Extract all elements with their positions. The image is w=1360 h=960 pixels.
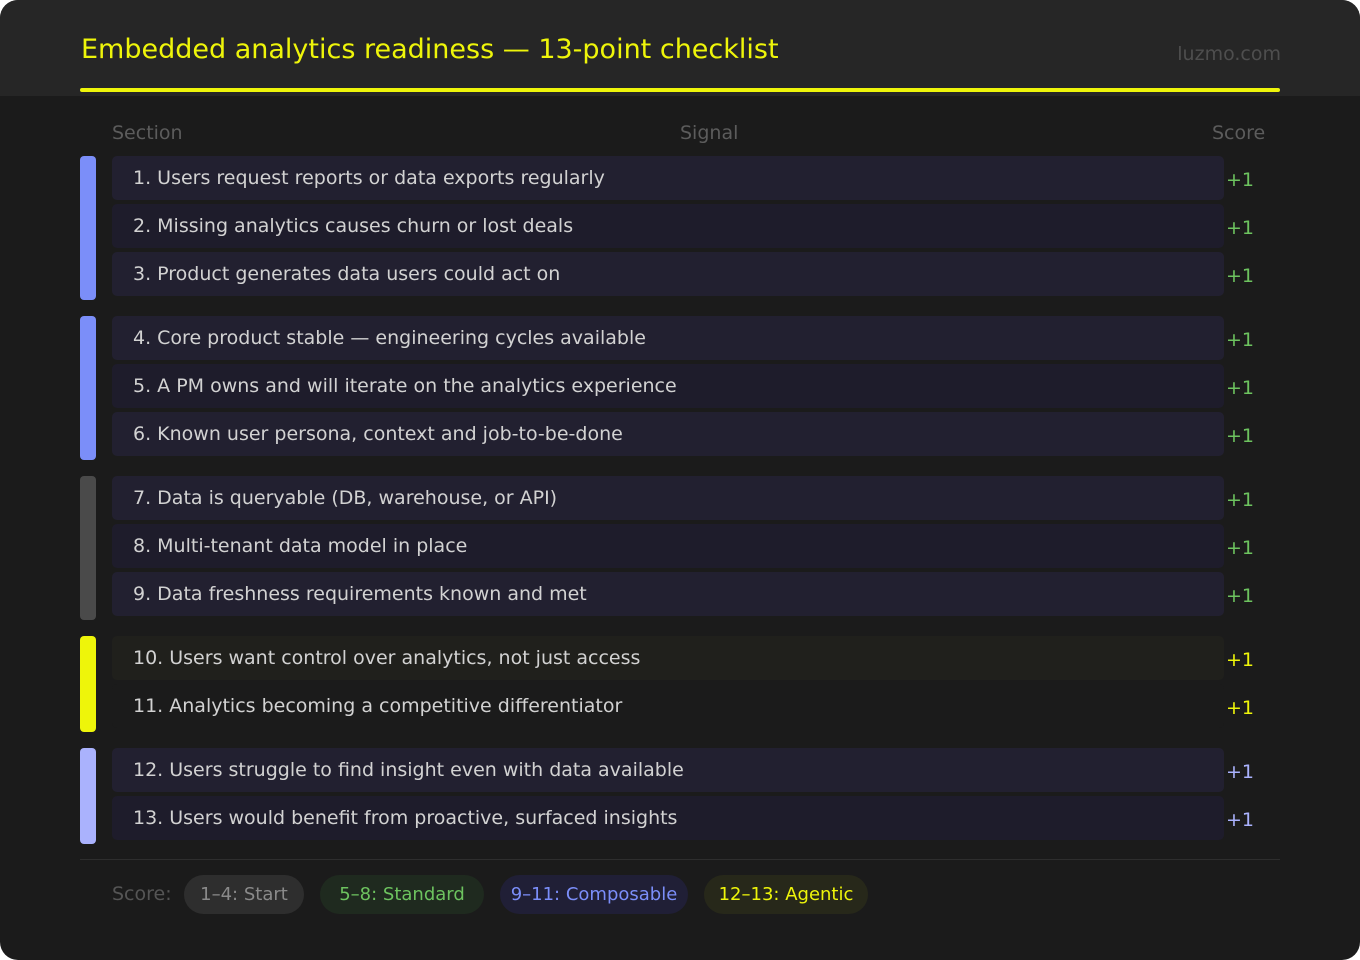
row-score: +1: [1226, 425, 1255, 447]
row-score: +1: [1226, 697, 1255, 719]
column-header-signal: Signal: [680, 122, 739, 144]
column-header-score: Score: [1212, 122, 1266, 144]
row-score: +1: [1226, 377, 1255, 399]
header: Embedded analytics readiness — 13-point …: [0, 0, 1360, 96]
row-score: +1: [1226, 329, 1255, 351]
table-row: 8. Multi-tenant data model in place: [112, 524, 1224, 568]
section-bar-team: [80, 316, 96, 460]
table-row: 7. Data is queryable (DB, warehouse, or …: [112, 476, 1224, 520]
legend-tier-start: 1–4: Start: [184, 875, 304, 914]
table-row: 6. Known user persona, context and job-t…: [112, 412, 1224, 456]
row-score: +1: [1226, 649, 1255, 671]
row-label: 4. Core product stable — engineering cyc…: [133, 327, 646, 349]
brand-label: luzmo.com: [1177, 43, 1281, 65]
row-label: 6. Known user persona, context and job-t…: [133, 423, 623, 445]
legend-label: Score:: [112, 883, 172, 905]
section-bar-insight: [80, 748, 96, 844]
section-bar-data: [80, 476, 96, 620]
row-label: 9. Data freshness requirements known and…: [133, 583, 587, 605]
row-label: 11. Analytics becoming a competitive dif…: [133, 695, 623, 717]
row-score: +1: [1226, 265, 1255, 287]
legend-tier-agentic: 12–13: Agentic: [704, 875, 868, 914]
checklist-card: Embedded analytics readiness — 13-point …: [0, 0, 1360, 960]
table-row: 13. Users would benefit from proactive, …: [112, 796, 1224, 840]
table-row: 9. Data freshness requirements known and…: [112, 572, 1224, 616]
legend-tier-composable: 9–11: Composable: [500, 875, 688, 914]
row-label: 8. Multi-tenant data model in place: [133, 535, 468, 557]
row-score: +1: [1226, 585, 1255, 607]
table-row: 12. Users struggle to find insight even …: [112, 748, 1224, 792]
table-row: 10. Users want control over analytics, n…: [112, 636, 1224, 680]
page-title: Embedded analytics readiness — 13-point …: [81, 34, 779, 65]
column-header-section: Section: [112, 122, 183, 144]
row-label: 10. Users want control over analytics, n…: [133, 647, 641, 669]
legend-divider: [80, 859, 1280, 860]
row-label: 2. Missing analytics causes churn or los…: [133, 215, 574, 237]
row-score: +1: [1226, 537, 1255, 559]
table-row: 11. Analytics becoming a competitive dif…: [112, 684, 1224, 728]
row-score: +1: [1226, 169, 1255, 191]
table-row: 3. Product generates data users could ac…: [112, 252, 1224, 296]
table-row: 1. Users request reports or data exports…: [112, 156, 1224, 200]
table-row: 4. Core product stable — engineering cyc…: [112, 316, 1224, 360]
row-label: 1. Users request reports or data exports…: [133, 167, 605, 189]
row-label: 13. Users would benefit from proactive, …: [133, 807, 678, 829]
title-underline: [80, 88, 1280, 92]
table-row: 5. A PM owns and will iterate on the ana…: [112, 364, 1224, 408]
row-label: 12. Users struggle to find insight even …: [133, 759, 684, 781]
section-bar-demand: [80, 156, 96, 300]
row-label: 5. A PM owns and will iterate on the ana…: [133, 375, 677, 397]
legend-tier-standard: 5–8: Standard: [320, 875, 484, 914]
row-label: 3. Product generates data users could ac…: [133, 263, 561, 285]
row-label: 7. Data is queryable (DB, warehouse, or …: [133, 487, 558, 509]
row-score: +1: [1226, 761, 1255, 783]
table-row: 2. Missing analytics causes churn or los…: [112, 204, 1224, 248]
row-score: +1: [1226, 489, 1255, 511]
row-score: +1: [1226, 809, 1255, 831]
row-score: +1: [1226, 217, 1255, 239]
section-bar-control: [80, 636, 96, 732]
